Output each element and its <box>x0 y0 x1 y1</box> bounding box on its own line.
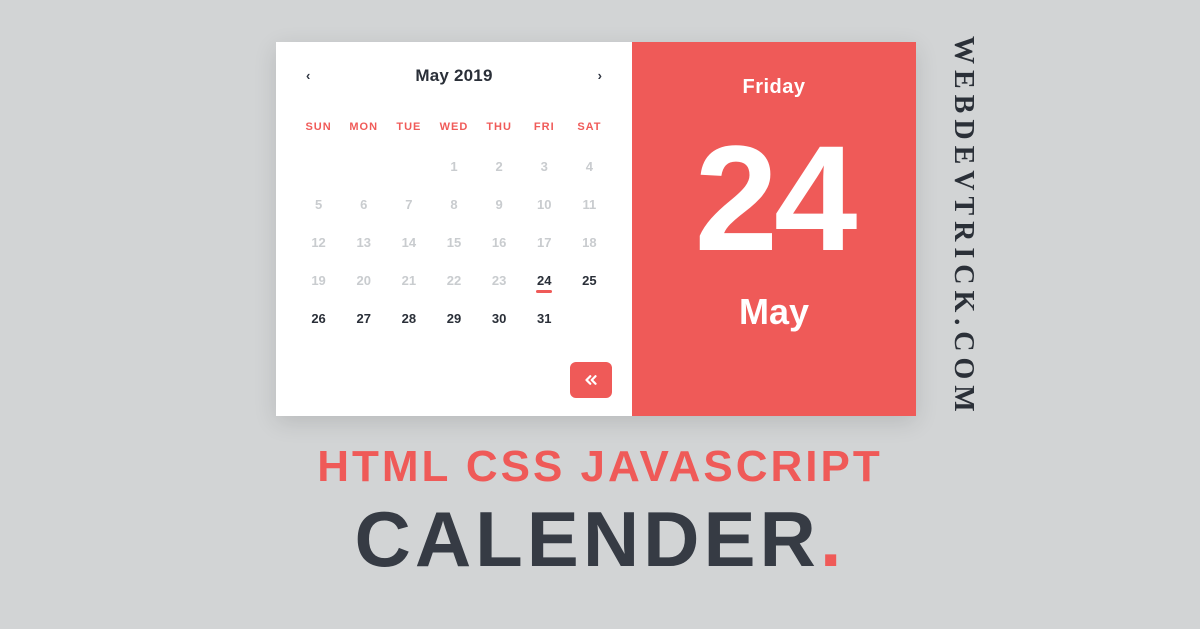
weekday-label: FRI <box>522 121 567 133</box>
day-cell[interactable]: 19 <box>296 261 341 299</box>
day-cell[interactable]: 14 <box>386 223 431 261</box>
selected-weekday: Friday <box>742 76 805 99</box>
weekday-label: WED <box>431 121 476 133</box>
headline: HTML CSS JAVASCRIPT CALENDER. <box>0 442 1200 585</box>
calendar-header: ‹ May 2019 › <box>296 64 612 87</box>
headline-subtitle: HTML CSS JAVASCRIPT <box>0 442 1200 492</box>
brand-watermark: WEBDEVTRICK.COM <box>944 40 982 414</box>
day-cell[interactable]: 29 <box>431 299 476 337</box>
next-month-button[interactable]: › <box>592 64 608 87</box>
day-cell[interactable]: 16 <box>477 223 522 261</box>
day-cell <box>296 147 341 185</box>
selected-month: May <box>739 291 809 333</box>
weekday-label: THU <box>477 121 522 133</box>
double-chevron-left-icon <box>582 371 600 389</box>
day-cell[interactable]: 26 <box>296 299 341 337</box>
day-cell[interactable]: 9 <box>477 185 522 223</box>
headline-title-text: CALENDER <box>354 495 819 583</box>
day-grid: 1234567891011121314151617181920212223242… <box>296 147 612 337</box>
weekday-label: MON <box>341 121 386 133</box>
headline-title: CALENDER. <box>354 494 845 585</box>
day-cell[interactable]: 10 <box>522 185 567 223</box>
calendar-widget: ‹ May 2019 › SUN MON TUE WED THU FRI SAT… <box>276 42 916 416</box>
day-cell[interactable]: 1 <box>431 147 476 185</box>
day-cell[interactable]: 13 <box>341 223 386 261</box>
day-cell[interactable]: 5 <box>296 185 341 223</box>
brand-text: WEBDEVTRICK.COM <box>947 36 979 418</box>
calendar-grid-panel: ‹ May 2019 › SUN MON TUE WED THU FRI SAT… <box>276 42 632 416</box>
calendar-title: May 2019 <box>415 66 492 86</box>
day-cell[interactable]: 12 <box>296 223 341 261</box>
day-cell[interactable]: 2 <box>477 147 522 185</box>
day-cell[interactable]: 30 <box>477 299 522 337</box>
day-cell[interactable]: 28 <box>386 299 431 337</box>
collapse-button[interactable] <box>570 362 612 398</box>
day-cell <box>341 147 386 185</box>
day-cell[interactable]: 11 <box>567 185 612 223</box>
day-cell[interactable]: 4 <box>567 147 612 185</box>
day-cell[interactable]: 23 <box>477 261 522 299</box>
day-cell[interactable]: 27 <box>341 299 386 337</box>
day-cell[interactable]: 8 <box>431 185 476 223</box>
weekday-label: SAT <box>567 121 612 133</box>
weekday-label: SUN <box>296 121 341 133</box>
day-cell[interactable]: 7 <box>386 185 431 223</box>
day-cell[interactable]: 25 <box>567 261 612 299</box>
day-cell[interactable]: 22 <box>431 261 476 299</box>
day-cell[interactable]: 17 <box>522 223 567 261</box>
day-cell[interactable]: 6 <box>341 185 386 223</box>
day-cell <box>386 147 431 185</box>
weekday-row: SUN MON TUE WED THU FRI SAT <box>296 121 612 133</box>
day-cell <box>567 299 612 337</box>
day-cell[interactable]: 18 <box>567 223 612 261</box>
day-cell[interactable]: 24 <box>522 261 567 299</box>
selected-day-panel: Friday 24 May <box>632 42 916 416</box>
weekday-label: TUE <box>386 121 431 133</box>
prev-month-button[interactable]: ‹ <box>300 64 316 87</box>
day-cell[interactable]: 3 <box>522 147 567 185</box>
day-cell[interactable]: 21 <box>386 261 431 299</box>
selected-day-number: 24 <box>695 123 854 273</box>
day-cell[interactable]: 31 <box>522 299 567 337</box>
day-cell[interactable]: 20 <box>341 261 386 299</box>
day-cell[interactable]: 15 <box>431 223 476 261</box>
headline-dot: . <box>820 495 846 583</box>
